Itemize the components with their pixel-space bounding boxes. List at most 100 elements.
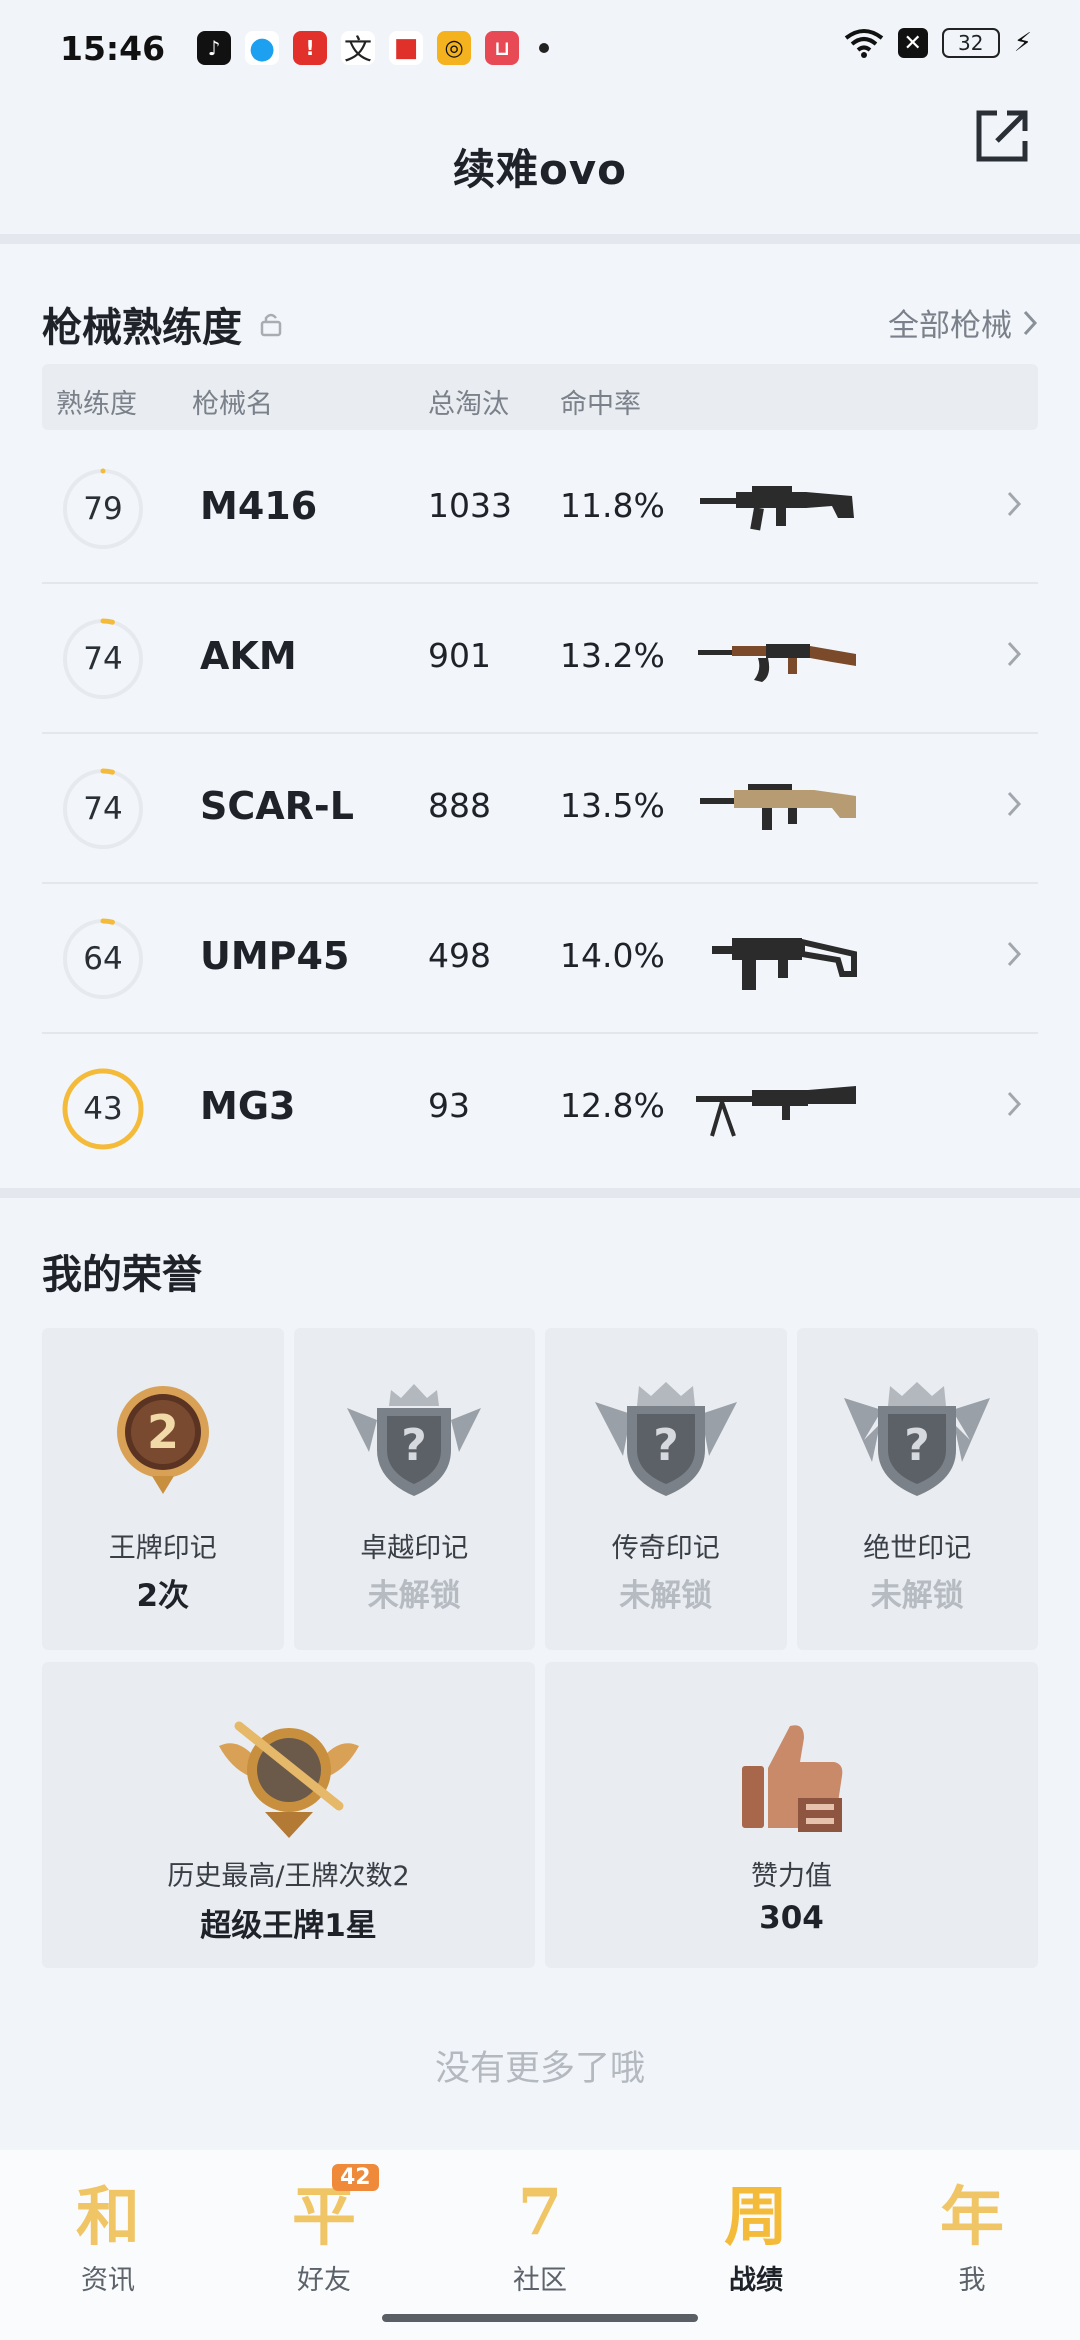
nav-stats[interactable]: 周 战绩 — [648, 2150, 864, 2340]
col-kills: 总淘汰 — [428, 389, 509, 420]
section-divider — [0, 234, 1080, 244]
all-weapons-link[interactable]: 全部枪械 — [888, 300, 1038, 345]
weapon-list: 79 M416 1033 11.8% 74 AKM 901 13.2% 74 S… — [42, 434, 1038, 1184]
nav-community[interactable]: 7 社区 — [432, 2150, 648, 2340]
badge-label: 绝世印记 — [863, 1533, 972, 1564]
nav-label: 资讯 — [81, 2265, 135, 2296]
badge-value: 2次 — [136, 1578, 190, 1614]
nav-me[interactable]: 年 我 — [864, 2150, 1080, 2340]
highest-rank-value: 超级王牌1星 — [200, 1908, 377, 1944]
nav-me-icon: 年 — [940, 2180, 1004, 2255]
lock-icon[interactable] — [260, 311, 282, 337]
notification-icons: ♪ ●! 文 ■ ◎ ⊔ — [197, 31, 520, 66]
likes-card[interactable]: 赞力值 304 — [545, 1662, 1038, 1968]
likes-label: 赞力值 — [751, 1861, 832, 1892]
badge-card-ace[interactable]: 2 王牌印记 2次 — [42, 1328, 284, 1650]
locked-shield-icon: ? — [347, 1384, 482, 1496]
badge-label: 卓越印记 — [360, 1533, 469, 1564]
weapon-name: M416 — [200, 484, 318, 528]
zhi-app-icon: 文 — [341, 31, 376, 66]
proficiency-level: 64 — [83, 941, 123, 977]
chevron-right-icon — [1006, 490, 1022, 522]
likes-value: 304 — [759, 1900, 824, 1936]
honors-title: 我的荣誉 — [42, 1252, 202, 1298]
weapon-section-header: 枪械熟练度 全部枪械 — [42, 294, 1038, 354]
proficiency-ring: 43 — [60, 1066, 146, 1152]
badge-card-legend[interactable]: ? 传奇印记 未解锁 — [545, 1328, 787, 1650]
badge-card-excellence[interactable]: ? 卓越印记 未解锁 — [293, 1328, 535, 1650]
yellow-app-icon: ◎ — [437, 31, 472, 65]
all-weapons-label: 全部枪械 — [888, 308, 1012, 344]
chevron-right-icon — [1006, 1090, 1022, 1122]
ace-medal-icon: 2 — [116, 1386, 209, 1494]
svg-text:2: 2 — [147, 1405, 179, 1459]
badge-value: 未解锁 — [619, 1578, 713, 1614]
nav-label: 社区 — [513, 2265, 567, 2296]
wifi-icon — [844, 28, 884, 58]
scar-weapon-icon — [692, 774, 862, 844]
unread-count-badge: 42 — [332, 2164, 379, 2191]
ump-weapon-icon — [692, 924, 862, 994]
tiktok-icon: ♪ — [197, 31, 232, 65]
weapon-accuracy: 11.8% — [560, 486, 665, 525]
badge-value: 未解锁 — [870, 1578, 964, 1614]
weapon-row[interactable]: 64 UMP45 498 14.0% — [42, 884, 1038, 1034]
nav-friends[interactable]: 平 好友 42 — [216, 2150, 432, 2340]
weapon-section-title: 枪械熟练度 — [42, 305, 242, 351]
battery-icon: 32 — [941, 28, 1000, 58]
nav-label: 我 — [958, 2265, 986, 2296]
col-proficiency: 熟练度 — [56, 389, 137, 420]
home-indicator[interactable] — [382, 2314, 698, 2322]
weapon-kills: 888 — [428, 786, 491, 825]
nav-news[interactable]: 和 资讯 — [0, 2150, 216, 2340]
weapon-accuracy: 13.5% — [560, 786, 665, 825]
weapon-row[interactable]: 74 SCAR-L 888 13.5% — [42, 734, 1038, 884]
chevron-right-icon — [1006, 790, 1022, 822]
col-weapon-name: 枪械名 — [192, 389, 273, 420]
weapon-kills: 1033 — [428, 486, 512, 525]
section-divider — [0, 1188, 1080, 1198]
weapon-name: SCAR-L — [200, 784, 354, 828]
m416-weapon-icon — [692, 474, 862, 544]
svg-text:?: ? — [401, 1420, 427, 1471]
badge-label: 王牌印记 — [108, 1533, 217, 1564]
nav-label: 好友 — [297, 2265, 351, 2296]
svg-text:?: ? — [904, 1420, 930, 1471]
bottom-navigation: 和 资讯平 好友 42 7 社区周 战绩年 我 — [0, 2150, 1080, 2340]
close-square-icon: ✕ — [897, 28, 928, 58]
proficiency-level: 74 — [83, 791, 123, 827]
proficiency-ring: 74 — [60, 766, 146, 852]
weapon-name: AKM — [200, 634, 297, 678]
weapon-row[interactable]: 74 AKM 901 13.2% — [42, 584, 1038, 734]
chevron-right-icon — [1006, 940, 1022, 972]
rank-emblem-icon — [218, 1721, 359, 1838]
share-icon[interactable] — [970, 104, 1034, 168]
weapon-kills: 901 — [428, 636, 491, 675]
nav-news-icon: 和 — [76, 2180, 140, 2255]
badge-card-peerless[interactable]: ? 绝世印记 未解锁 — [796, 1328, 1038, 1650]
locked-shield-icon: ? — [594, 1382, 737, 1496]
highest-rank-card[interactable]: 历史最高/王牌次数2 超级王牌1星 — [42, 1662, 535, 1968]
weapon-kills: 93 — [428, 1086, 470, 1125]
chevron-right-icon — [1006, 640, 1022, 672]
weapon-row[interactable]: 79 M416 1033 11.8% — [42, 434, 1038, 584]
qq-icon: ● — [245, 31, 280, 66]
badge-grid: 2 王牌印记 2次 ? 卓越印记 未解锁 ? 传奇印记 未解锁 ? 绝世印记 未… — [42, 1328, 1038, 1650]
weapon-row[interactable]: 43 MG3 93 12.8% — [42, 1034, 1038, 1184]
mg3-weapon-icon — [692, 1074, 862, 1144]
weapon-kills: 498 — [428, 936, 491, 975]
nav-community-icon: 7 — [517, 2174, 563, 2250]
more-notifications-dot — [539, 43, 550, 53]
red-app-icon: ! — [293, 31, 328, 65]
svg-text:?: ? — [653, 1420, 679, 1471]
honor-summary-grid: 历史最高/王牌次数2 超级王牌1星 赞力值 304 — [42, 1662, 1038, 1968]
badge-value: 未解锁 — [367, 1578, 461, 1614]
proficiency-ring: 74 — [60, 616, 146, 702]
red-box-icon: ■ — [389, 31, 424, 65]
chevron-right-icon — [1023, 310, 1038, 335]
akm-weapon-icon — [692, 624, 862, 694]
weapon-accuracy: 14.0% — [560, 936, 665, 975]
weapon-name: MG3 — [200, 1084, 296, 1128]
weapon-accuracy: 13.2% — [560, 636, 665, 675]
charging-bolt-icon: ⚡ — [1013, 28, 1032, 58]
